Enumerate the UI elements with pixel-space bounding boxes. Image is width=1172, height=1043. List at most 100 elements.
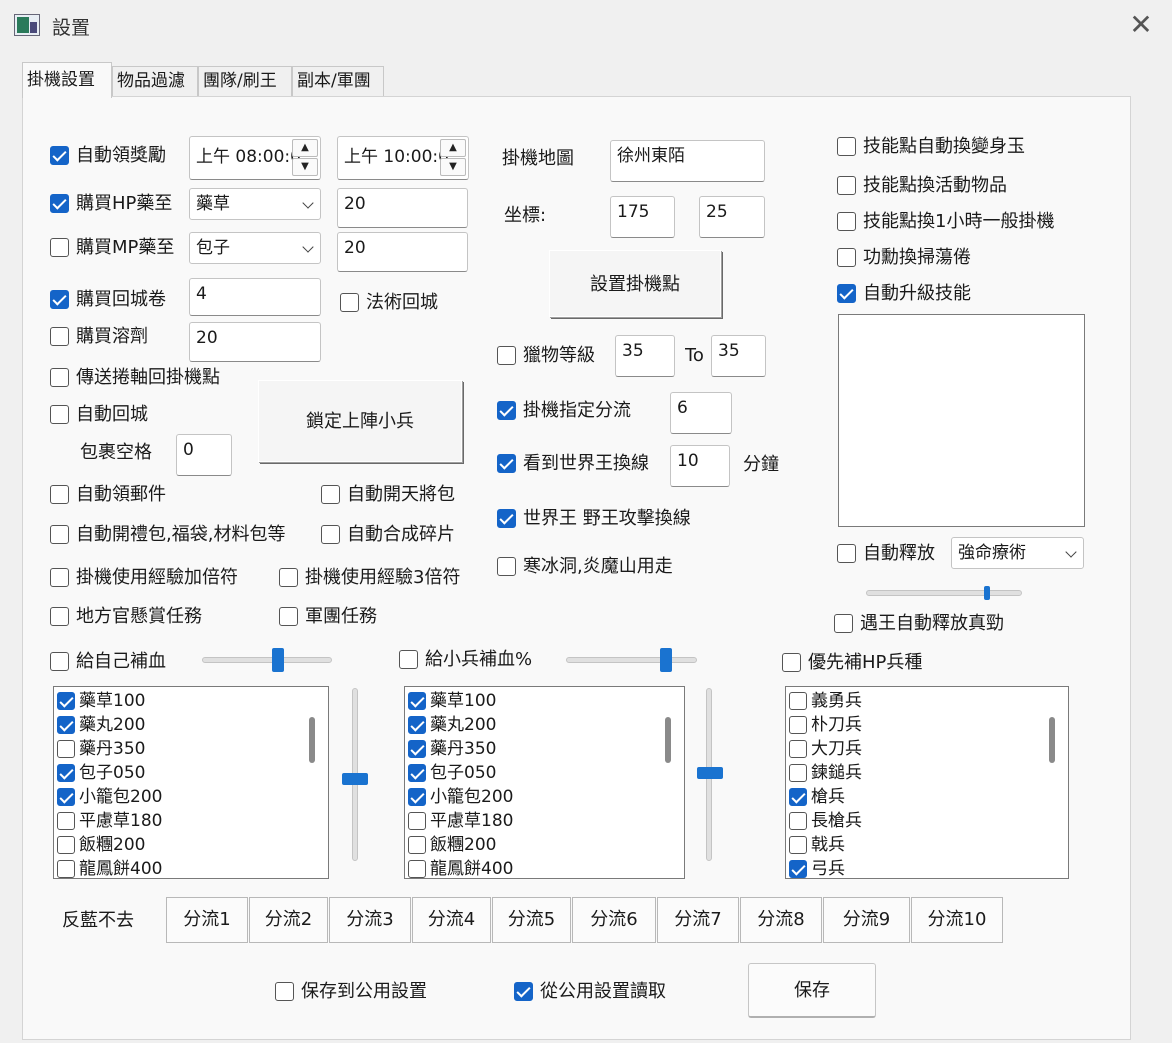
boss-attack-switch-checkbox[interactable] <box>497 509 516 528</box>
auto-open-gift-checkbox[interactable] <box>50 525 69 544</box>
list-item-checkbox[interactable] <box>408 836 426 854</box>
world-boss-switch-input[interactable]: 10 <box>670 445 730 487</box>
buy-mp-item-select[interactable]: 包子 <box>189 232 321 264</box>
skill-to-event-checkbox[interactable] <box>837 176 856 195</box>
teleport-scroll-checkbox[interactable] <box>50 368 69 387</box>
list-item-checkbox[interactable] <box>408 764 426 782</box>
list-item-checkbox[interactable] <box>408 716 426 734</box>
tab-dungeon-legion[interactable]: 副本/軍團 <box>292 66 384 96</box>
spin-down-icon[interactable]: ▼ <box>292 158 318 176</box>
auto-reward-checkbox[interactable] <box>50 146 69 165</box>
heal-self-checkbox[interactable] <box>50 652 69 671</box>
spin-down-icon[interactable]: ▼ <box>440 158 466 176</box>
map-input[interactable]: 徐州東陌 <box>610 140 765 182</box>
tab-afk-settings[interactable]: 掛機設置 <box>22 62 112 98</box>
load-public-checkbox[interactable] <box>514 982 533 1001</box>
release-slider-thumb[interactable] <box>984 586 990 600</box>
specify-line-checkbox[interactable] <box>497 401 516 420</box>
channel-button-5[interactable]: 分流5 <box>492 897 571 943</box>
heal-soldier-slider-thumb[interactable] <box>660 648 672 672</box>
release-slider[interactable] <box>866 590 1022 596</box>
tab-item-filter[interactable]: 物品過濾 <box>112 66 198 96</box>
channel-button-3[interactable]: 分流3 <box>329 897 411 943</box>
save-button[interactable]: 保存 <box>748 963 876 1018</box>
close-icon[interactable]: ✕ <box>1128 11 1154 39</box>
heal-self-slider[interactable] <box>202 657 332 663</box>
spin-up-icon[interactable]: ▲ <box>292 139 318 157</box>
list-item-checkbox[interactable] <box>57 812 75 830</box>
save-public-checkbox[interactable] <box>275 982 294 1001</box>
buy-mp-qty-input[interactable]: 20 <box>337 232 468 272</box>
bounty-task-checkbox[interactable] <box>50 607 69 626</box>
list-item-checkbox[interactable] <box>408 692 426 710</box>
buy-hp-qty-input[interactable]: 20 <box>337 188 468 228</box>
auto-merge-fragments-checkbox[interactable] <box>321 525 340 544</box>
tab-team-boss[interactable]: 團隊/刷王 <box>198 66 292 96</box>
use-exp-triple-checkbox[interactable] <box>279 568 298 587</box>
world-boss-switch-checkbox[interactable] <box>497 454 516 473</box>
channel-button-8[interactable]: 分流8 <box>740 897 822 943</box>
channel-button-2[interactable]: 分流2 <box>249 897 328 943</box>
buy-solvent-checkbox[interactable] <box>50 327 69 346</box>
coord-y-input[interactable]: 25 <box>699 196 765 238</box>
list-item-checkbox[interactable] <box>789 812 807 830</box>
prey-level-to-input[interactable]: 35 <box>711 335 766 377</box>
spin-up-icon[interactable]: ▲ <box>440 139 466 157</box>
magic-return-checkbox[interactable] <box>340 293 359 312</box>
buy-return-scroll-qty-input[interactable]: 4 <box>189 278 321 316</box>
buy-return-scroll-checkbox[interactable] <box>50 290 69 309</box>
specify-line-input[interactable]: 6 <box>670 392 732 434</box>
list-item-checkbox[interactable] <box>408 860 426 878</box>
soldier-potion-list[interactable]: 龍鳳餅400 飯糰200 平慮草180 小籠包200 包子050 藥丹350 藥丸200 藥草… <box>404 686 685 879</box>
self-vertical-slider-thumb[interactable] <box>342 773 368 785</box>
merit-to-sweep-checkbox[interactable] <box>837 248 856 267</box>
list-item-checkbox[interactable] <box>408 788 426 806</box>
channel-button-6[interactable]: 分流6 <box>572 897 656 943</box>
cold-cave-checkbox[interactable] <box>497 557 516 576</box>
channel-button-7[interactable]: 分流7 <box>657 897 739 943</box>
auto-mail-checkbox[interactable] <box>50 485 69 504</box>
priority-hp-checkbox[interactable] <box>782 653 801 672</box>
list-item-checkbox[interactable] <box>57 788 75 806</box>
list-item-checkbox[interactable] <box>789 836 807 854</box>
bag-space-input[interactable]: 0 <box>176 434 232 476</box>
use-exp-double-checkbox[interactable] <box>50 568 69 587</box>
reward-end-time[interactable]: 上午 10:00:0 ▲ ▼ <box>337 136 469 180</box>
channel-button-1[interactable]: 分流1 <box>166 897 248 943</box>
buy-solvent-qty-input[interactable]: 20 <box>189 322 321 362</box>
auto-open-general-pack-checkbox[interactable] <box>321 485 340 504</box>
lock-soldier-button[interactable]: 鎖定上陣小兵 <box>258 380 462 462</box>
list-item-checkbox[interactable] <box>57 740 75 758</box>
auto-upgrade-skill-checkbox[interactable] <box>837 284 856 303</box>
list-item-checkbox[interactable] <box>789 740 807 758</box>
list-item-checkbox[interactable] <box>57 716 75 734</box>
list-item-checkbox[interactable] <box>789 692 807 710</box>
skill-to-jade-checkbox[interactable] <box>837 137 856 156</box>
auto-return-checkbox[interactable] <box>50 405 69 424</box>
soldier-vertical-slider-thumb[interactable] <box>697 767 723 779</box>
auto-release-skill-select[interactable]: 強命療術 <box>951 537 1084 569</box>
scrollbar-thumb[interactable] <box>309 717 315 763</box>
channel-button-10[interactable]: 分流10 <box>911 897 1003 943</box>
heal-soldier-checkbox[interactable] <box>399 650 418 669</box>
legion-task-checkbox[interactable] <box>279 607 298 626</box>
heal-soldier-slider[interactable] <box>566 657 697 663</box>
skill-list[interactable] <box>838 314 1085 527</box>
list-item-checkbox[interactable] <box>57 692 75 710</box>
list-item-checkbox[interactable] <box>789 788 807 806</box>
buy-hp-checkbox[interactable] <box>50 194 69 213</box>
set-afk-point-button[interactable]: 設置掛機點 <box>549 250 721 317</box>
reward-start-time[interactable]: 上午 08:00:0 ▲ ▼ <box>189 136 321 180</box>
scrollbar-thumb[interactable] <box>1049 717 1055 763</box>
self-potion-list[interactable]: 龍鳳餅400 飯糰200 平慮草180 小籠包200 包子050 藥丹350 藥丸200 藥草… <box>53 686 329 879</box>
list-item-checkbox[interactable] <box>408 812 426 830</box>
boss-release-checkbox[interactable] <box>834 614 853 633</box>
list-item-checkbox[interactable] <box>57 860 75 878</box>
heal-self-slider-thumb[interactable] <box>272 648 284 672</box>
list-item-checkbox[interactable] <box>57 836 75 854</box>
soldier-type-list[interactable]: 弓兵 戟兵 長槍兵 槍兵 鍊鎚兵 大刀兵 朴刀兵 義勇兵 <box>785 686 1069 879</box>
buy-mp-checkbox[interactable] <box>50 238 69 257</box>
list-item-checkbox[interactable] <box>57 764 75 782</box>
list-item-checkbox[interactable] <box>789 764 807 782</box>
list-item-checkbox[interactable] <box>789 860 807 878</box>
